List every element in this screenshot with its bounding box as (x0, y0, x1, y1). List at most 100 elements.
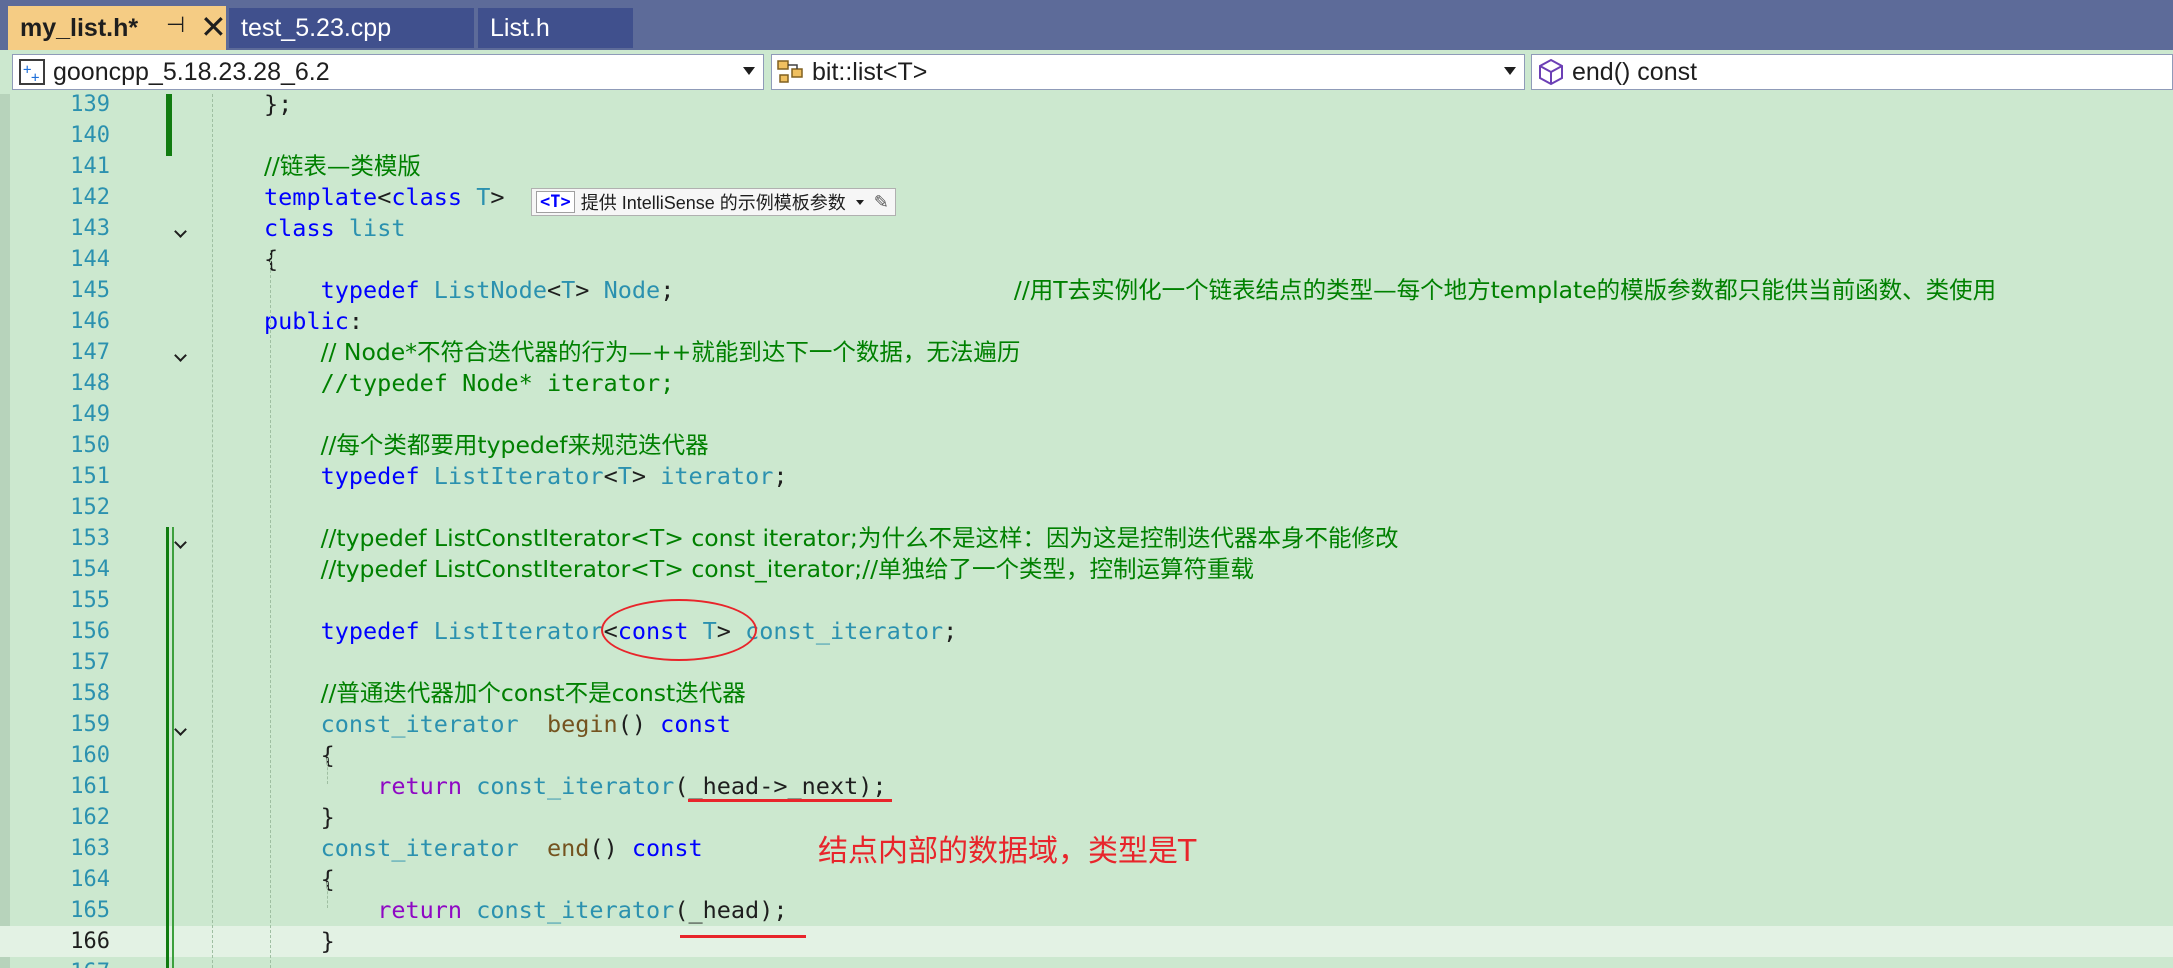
line-number: 142 (70, 185, 110, 210)
code-line[interactable]: 160 { (0, 740, 2173, 771)
code-line[interactable]: 152 (0, 492, 2173, 523)
code-line[interactable]: 161 return const_iterator(_head->_next); (0, 771, 2173, 802)
code-line[interactable]: 154 //typedef ListConstIterator<T> const… (0, 554, 2173, 585)
code-token: // Node*不符合迭代器的行为—++就能到达下一个数据，无法遍历 (320, 338, 1021, 366)
code-line[interactable]: 143 class list (0, 213, 2173, 244)
tab-list-h[interactable]: List.h (478, 8, 633, 48)
code-token: }; (264, 94, 293, 118)
code-line[interactable]: 155 (0, 585, 2173, 616)
pin-icon[interactable]: ⊣ (166, 12, 185, 38)
line-number: 162 (70, 805, 110, 830)
indent-guide (270, 250, 271, 968)
code-line[interactable]: 146 public: (0, 306, 2173, 337)
code-token: ListIterator (433, 617, 604, 645)
code-token: ; (943, 617, 958, 645)
code-token: class (264, 214, 335, 242)
code-line[interactable]: 158 //普通迭代器加个const不是const迭代器 (0, 678, 2173, 709)
line-number: 159 (70, 712, 110, 737)
code-token: > (575, 276, 604, 304)
line-number: 139 (70, 94, 110, 117)
code-token: (_head); (674, 896, 788, 924)
code-line[interactable]: 139}; (0, 94, 2173, 120)
code-token: T (561, 276, 576, 304)
code-text: typedef ListNode<T> Node; //用T去实例化一个链表结点… (264, 275, 1997, 306)
fold-toggle-icon[interactable] (174, 226, 188, 240)
method-cube-icon (1536, 57, 1566, 87)
code-line[interactable]: 147 // Node*不符合迭代器的行为—++就能到达下一个数据，无法遍历 (0, 337, 2173, 368)
code-line[interactable]: 150 //每个类都要用typedef来规范迭代器 (0, 430, 2173, 461)
code-token: ListIterator (433, 462, 604, 490)
code-line[interactable]: 140 (0, 120, 2173, 151)
code-token: const (631, 834, 703, 862)
line-number: 153 (70, 526, 110, 551)
annotation-circle (601, 599, 757, 661)
code-token: ; (773, 462, 788, 490)
code-token: typedef (320, 617, 420, 645)
code-text: const_iterator begin() const (264, 709, 731, 740)
code-line[interactable]: 165 return const_iterator(_head); (0, 895, 2173, 926)
code-line[interactable]: 166 } (0, 926, 2173, 957)
chevron-down-icon (743, 67, 755, 75)
code-text: { (264, 740, 335, 771)
fold-toggle-icon[interactable] (174, 350, 188, 364)
change-bar-saved (166, 527, 169, 968)
code-text: //typedef ListConstIterator<T> const_ite… (264, 554, 1254, 585)
code-line[interactable]: 148 //typedef Node* iterator; (0, 368, 2173, 399)
code-line[interactable]: 156 typedef ListIterator<const T> const_… (0, 616, 2173, 647)
line-number: 158 (70, 681, 110, 706)
chevron-down-icon (1504, 67, 1516, 75)
code-token: ; (660, 276, 1014, 304)
chevron-down-icon[interactable] (855, 199, 864, 205)
code-text: // Node*不符合迭代器的行为—++就能到达下一个数据，无法遍历 (264, 337, 1021, 368)
code-token: < (603, 462, 618, 490)
line-number: 147 (70, 340, 110, 365)
line-number: 163 (70, 836, 110, 861)
code-token: //typedef ListConstIterator<T> const ite… (320, 524, 1399, 552)
intellisense-template-hint[interactable]: <T> 提供 IntelliSense 的示例模板参数 ✎ (531, 188, 896, 216)
line-number: 144 (70, 247, 110, 272)
code-line[interactable]: 149 (0, 399, 2173, 430)
project-dropdown[interactable]: + + gooncpp_5.18.23.28_6.2 (12, 54, 764, 90)
code-line[interactable]: 167 (0, 957, 2173, 968)
code-line[interactable]: 157 (0, 647, 2173, 678)
code-line[interactable]: 141 //链表—类模版 (0, 151, 2173, 182)
line-number: 165 (70, 898, 110, 923)
line-number: 164 (70, 867, 110, 892)
code-text: { (264, 864, 335, 895)
pencil-icon[interactable]: ✎ (874, 192, 889, 213)
indent-guide (212, 94, 213, 968)
close-icon[interactable]: ✕ (200, 8, 226, 46)
fold-toggle-icon[interactable] (174, 724, 188, 738)
line-number: 143 (70, 216, 110, 241)
member-dropdown[interactable]: end() const (1531, 54, 2173, 90)
code-line[interactable]: 145 typedef ListNode<T> Node; //用T去实例化一个… (0, 275, 2173, 306)
annotation-underline (688, 799, 892, 802)
code-token: const_iterator (320, 834, 519, 862)
line-number: 161 (70, 774, 110, 799)
code-token: > (490, 183, 505, 211)
code-text: typedef ListIterator<T> iterator; (264, 461, 788, 492)
code-line[interactable]: 144 { (0, 244, 2173, 275)
tab-my-list-h[interactable]: my_list.h* ⊣ ✕ (8, 6, 226, 50)
code-line[interactable]: 151 typedef ListIterator<T> iterator; (0, 461, 2173, 492)
code-line[interactable]: 159 const_iterator begin() const (0, 709, 2173, 740)
fold-toggle-icon[interactable] (174, 537, 188, 551)
scope-dropdown[interactable]: bit::list<T> (771, 54, 1525, 90)
tab-test-5-23-cpp[interactable]: test_5.23.cpp (229, 8, 474, 48)
code-token: typedef (320, 276, 420, 304)
code-token: //普通迭代器加个const不是const迭代器 (320, 679, 746, 707)
code-line[interactable]: 153 //typedef ListConstIterator<T> const… (0, 523, 2173, 554)
document-tab-bar: my_list.h* ⊣ ✕ test_5.23.cpp List.h (0, 0, 2173, 50)
project-name: gooncpp_5.18.23.28_6.2 (53, 57, 330, 86)
code-token: > (631, 462, 661, 490)
code-token: public (264, 307, 349, 335)
member-name: end() const (1572, 57, 1698, 86)
code-line[interactable]: 142 template<class T> (0, 182, 2173, 213)
code-text: public: (264, 306, 363, 337)
